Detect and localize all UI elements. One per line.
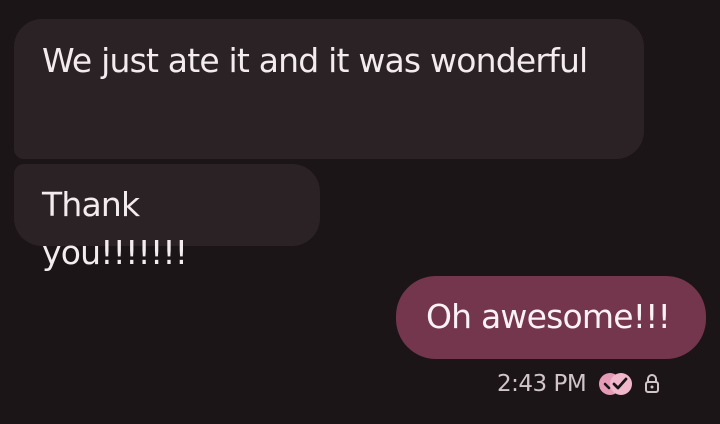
- lock-icon: [643, 373, 661, 395]
- outgoing-message[interactable]: Oh awesome!!!: [396, 276, 706, 359]
- message-status: 2:43 PM: [497, 366, 697, 402]
- message-time: 2:43 PM: [497, 371, 587, 397]
- message-text: Oh awesome!!!: [426, 297, 671, 336]
- read-receipt-icon: [597, 371, 635, 397]
- message-text: Thank you!!!!!!!: [42, 185, 188, 272]
- message-thread: We just ate it and it was wonderful Than…: [0, 0, 720, 424]
- incoming-message[interactable]: We just ate it and it was wonderful: [14, 19, 644, 159]
- incoming-message[interactable]: Thank you!!!!!!!: [14, 164, 320, 272]
- message-text: We just ate it and it was wonderful: [42, 41, 588, 80]
